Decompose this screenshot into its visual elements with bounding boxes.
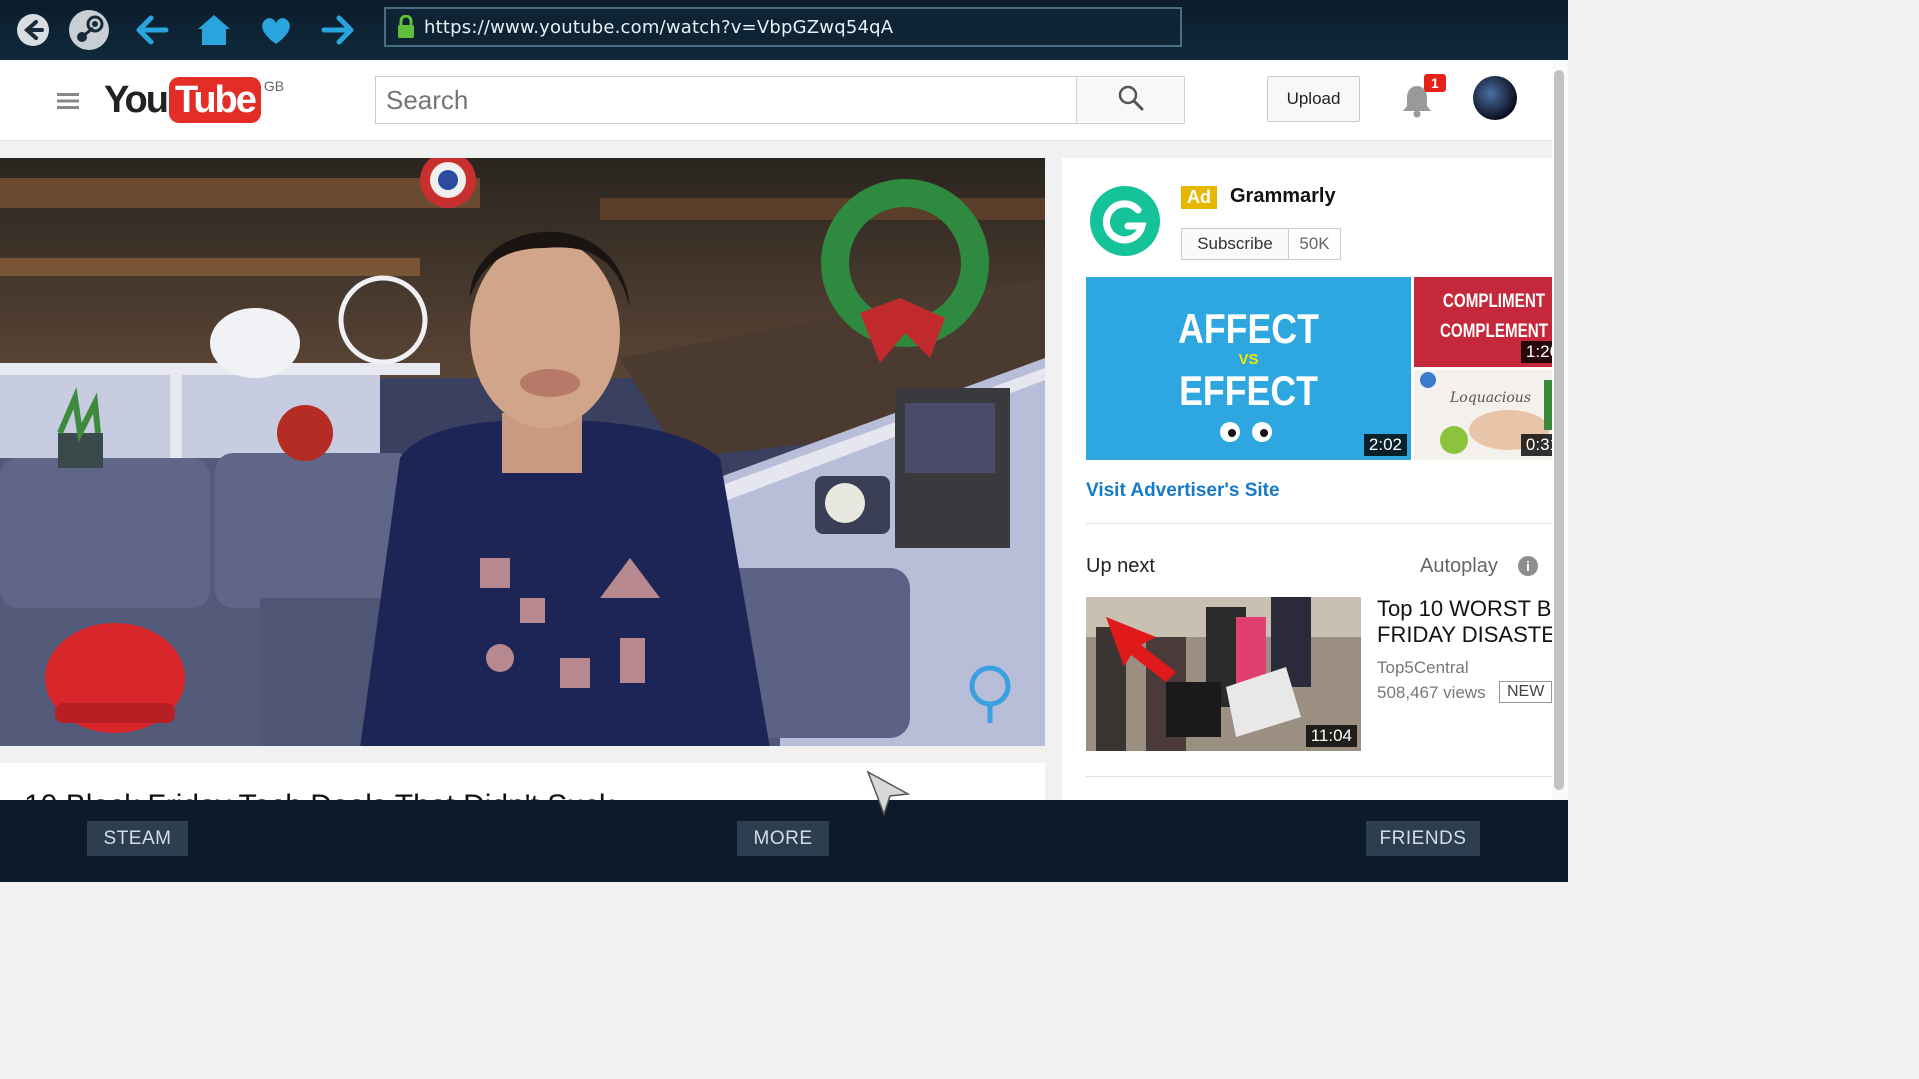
advertiser-name[interactable]: Grammarly xyxy=(1230,185,1336,208)
mouse-cursor-icon xyxy=(866,770,911,823)
up-next-heading: Up next xyxy=(1086,555,1155,577)
scrollbar-thumb[interactable] xyxy=(1554,70,1564,790)
up-next-thumbnail[interactable]: 11:04 xyxy=(1086,597,1361,751)
url-text: https://www.youtube.com/watch?v=VbpGZwq5… xyxy=(424,16,894,38)
ad-video-thumbnail-3[interactable]: Loquacious 0:31 xyxy=(1414,370,1568,460)
steam-icon[interactable] xyxy=(67,8,111,52)
video-player[interactable] xyxy=(0,158,1045,746)
region-label: GB xyxy=(263,78,285,94)
arrow-left-icon[interactable] xyxy=(130,8,174,52)
lock-icon xyxy=(396,15,416,39)
thumb2-line1: COMPLIMENT xyxy=(1442,291,1546,312)
divider xyxy=(1086,523,1568,524)
heart-icon[interactable] xyxy=(254,8,298,52)
up-next-title-line2: FRIDAY DISASTERS xyxy=(1377,622,1568,647)
up-next-title[interactable]: Top 10 WORST BLACK FRIDAY DISASTERS xyxy=(1377,596,1568,648)
divider xyxy=(1086,776,1568,777)
thumb-title-line1: AFFECT xyxy=(1178,305,1319,352)
steam-button[interactable]: STEAM xyxy=(87,821,188,856)
upload-button[interactable]: Upload xyxy=(1267,76,1360,122)
search-button[interactable] xyxy=(1076,76,1185,124)
search-input[interactable] xyxy=(375,76,1078,124)
video-frame xyxy=(0,158,1045,746)
video-duration: 2:02 xyxy=(1363,434,1407,456)
up-next-title-line1: Top 10 WORST BLACK xyxy=(1377,596,1568,621)
friends-button[interactable]: FRIENDS xyxy=(1366,821,1480,856)
subscribe-button[interactable]: Subscribe xyxy=(1181,228,1289,260)
subscriber-count: 50K xyxy=(1288,228,1341,260)
autoplay-label: Autoplay xyxy=(1420,555,1498,577)
thumb-vs: VS xyxy=(1238,351,1259,368)
visit-advertiser-link[interactable]: Visit Advertiser's Site xyxy=(1086,480,1280,502)
search-icon xyxy=(1118,85,1144,116)
more-button[interactable]: MORE xyxy=(737,821,829,856)
ad-video-thumbnail-main[interactable]: AFFECT VS EFFECT 2:02 xyxy=(1086,277,1411,460)
back-icon[interactable] xyxy=(11,8,55,52)
hamburger-menu-icon[interactable] xyxy=(57,92,79,115)
up-next-channel[interactable]: Top5Central xyxy=(1377,658,1469,678)
address-bar[interactable]: https://www.youtube.com/watch?v=VbpGZwq5… xyxy=(384,7,1182,47)
home-icon[interactable] xyxy=(192,8,236,52)
steam-bottom-bar: STEAM MORE FRIENDS xyxy=(0,800,1568,882)
thumb-title-line2: EFFECT xyxy=(1179,367,1318,414)
user-avatar[interactable] xyxy=(1473,76,1517,120)
thumb3-word: Loquacious xyxy=(1450,390,1531,406)
autoplay-info-icon[interactable]: i xyxy=(1518,556,1538,576)
arrow-right-icon[interactable] xyxy=(316,8,360,52)
youtube-header: You Tube GB Upload 1 xyxy=(0,60,1552,141)
eyes-icon xyxy=(1217,420,1277,449)
grammarly-logo[interactable] xyxy=(1090,186,1160,256)
notification-count-badge: 1 xyxy=(1424,74,1446,92)
thumb2-line2: COMPLEMENT xyxy=(1439,321,1549,342)
video-duration: 11:04 xyxy=(1305,725,1357,747)
steam-browser-toolbar: https://www.youtube.com/watch?v=VbpGZwq5… xyxy=(0,0,1568,60)
youtube-logo[interactable]: You Tube GB xyxy=(104,76,284,124)
up-next-views: 508,467 views xyxy=(1377,683,1486,702)
new-badge: NEW xyxy=(1499,681,1553,703)
ad-video-thumbnail-2[interactable]: COMPLIMENT COMPLEMENT 1:26 xyxy=(1414,277,1568,367)
ad-badge: Ad xyxy=(1181,186,1217,209)
right-sidebar: Ad Grammarly i Subscribe 50K AFFECT VS E… xyxy=(1062,158,1568,808)
